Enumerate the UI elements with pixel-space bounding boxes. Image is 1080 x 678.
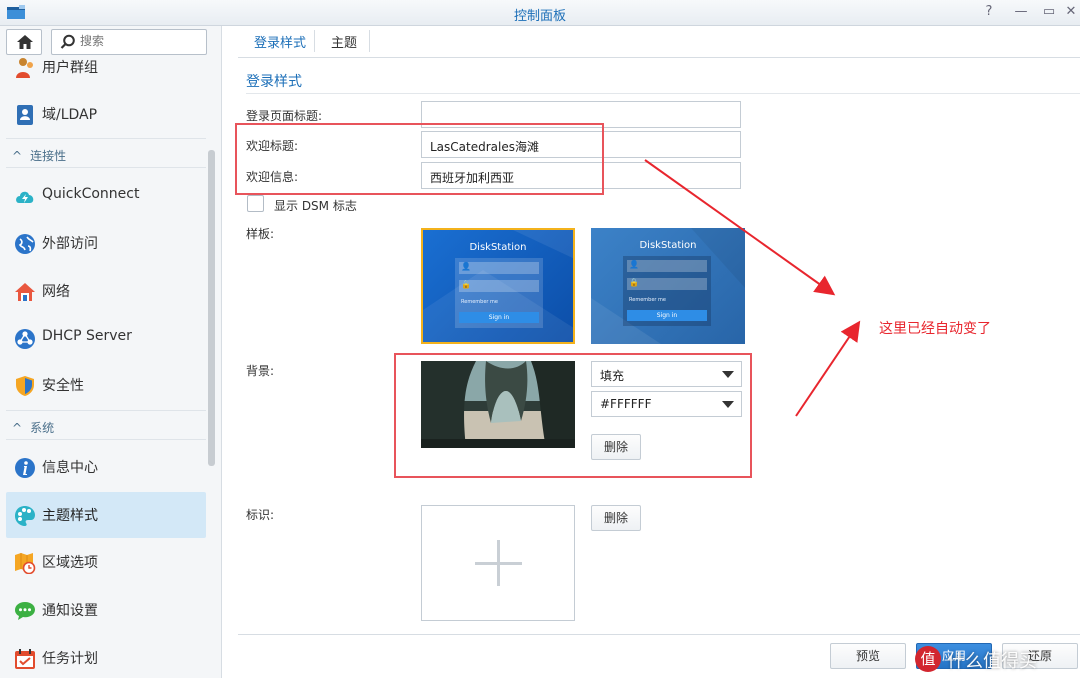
annotation-arrows — [644, 159, 861, 417]
watermark-text: 什么值得买 — [947, 651, 1037, 672]
watermark-badge-icon: 值 — [915, 646, 941, 672]
annotation-text: 这里已经自动变了 — [879, 321, 991, 337]
site-watermark: 值 什么值得买 — [915, 640, 1080, 678]
